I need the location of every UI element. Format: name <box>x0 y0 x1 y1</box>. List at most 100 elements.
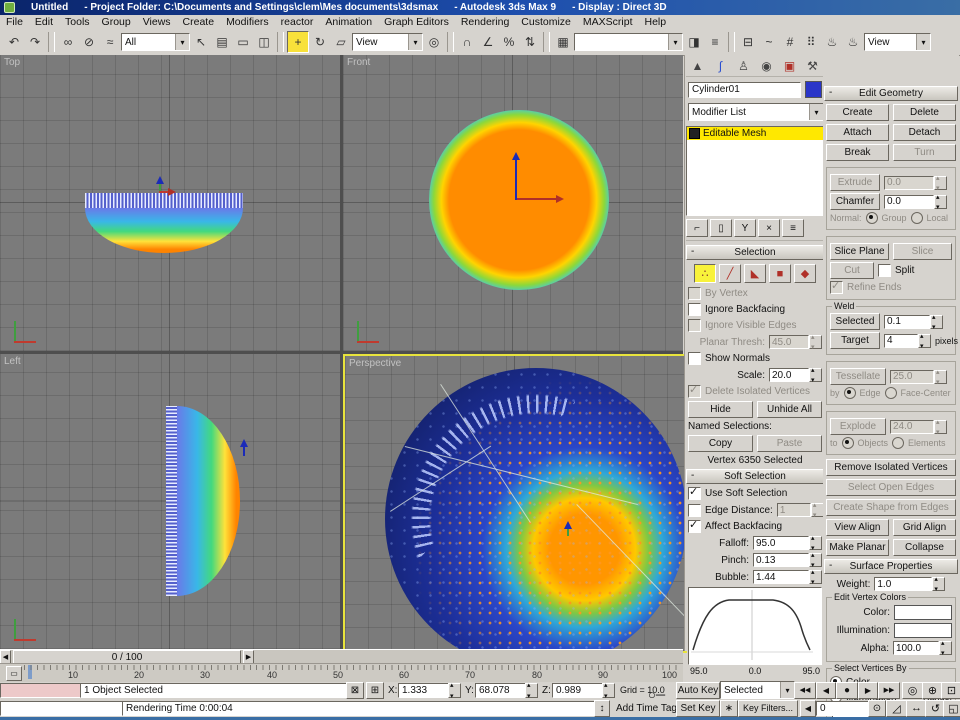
tessellate-edge-radio[interactable] <box>843 387 856 399</box>
tessellate-face-center-radio[interactable] <box>884 387 897 399</box>
add-time-tag-label[interactable]: Add Time Tag <box>616 703 677 714</box>
normal-local-radio[interactable] <box>910 212 923 224</box>
align-icon[interactable]: ≡ <box>705 32 725 52</box>
unhide-all-button[interactable]: Unhide All <box>757 401 822 418</box>
named-selection-dropdown[interactable] <box>574 33 683 51</box>
tab-hierarchy-icon[interactable]: ♙ <box>734 57 753 75</box>
viewport-left-label[interactable]: Left <box>4 356 21 367</box>
weight-spinner[interactable]: 1.0 <box>874 575 946 593</box>
chamfer-button[interactable]: Chamfer <box>830 193 880 210</box>
bubble-spinner[interactable]: 1.44 <box>753 568 822 586</box>
x-spin-buttons[interactable] <box>448 681 461 700</box>
remove-modifier-icon[interactable]: × <box>758 219 780 237</box>
absolute-offset-toggle-icon[interactable]: ⊞ <box>366 681 384 699</box>
spin-buttons[interactable] <box>809 534 822 552</box>
viewport-top-label[interactable]: Top <box>4 57 20 68</box>
configure-modifier-sets-icon[interactable]: ≡ <box>782 219 804 237</box>
z-spin-buttons[interactable] <box>602 681 615 700</box>
edge-subobject-button[interactable]: ╱ <box>719 264 741 283</box>
viewport-top[interactable]: Top <box>0 55 340 351</box>
use-pivot-point-icon[interactable]: ◎ <box>424 32 444 52</box>
polygon-subobject-button[interactable]: ■ <box>769 264 791 283</box>
menu-item[interactable]: Graph Editors <box>378 16 455 28</box>
weld-selected-button[interactable]: Selected <box>830 313 880 330</box>
planar-thresh-spinner[interactable]: 45.0 <box>769 333 822 351</box>
turn-button[interactable]: Turn <box>893 144 956 161</box>
previous-key-button[interactable]: ◀ <box>800 699 816 717</box>
view-align-button[interactable]: View Align <box>826 519 889 536</box>
menu-item[interactable]: Create <box>177 16 221 28</box>
viewport-perspective[interactable]: Perspective <box>343 354 687 653</box>
weld-target-value[interactable]: 4 <box>884 333 918 348</box>
hide-button[interactable]: Hide <box>688 401 753 418</box>
spin-buttons[interactable] <box>809 366 822 384</box>
mesh-object-top-view[interactable] <box>85 193 243 253</box>
explode-button[interactable]: Explode <box>830 418 886 435</box>
spin-buttons[interactable] <box>810 501 824 519</box>
menu-item[interactable]: MAXScript <box>577 16 639 28</box>
slice-plane-button[interactable]: Slice Plane <box>830 243 889 260</box>
ignore-backfacing-checkbox[interactable] <box>688 303 701 316</box>
grid-align-button[interactable]: Grid Align <box>893 519 956 536</box>
make-planar-button[interactable]: Make Planar <box>826 539 889 556</box>
play-button[interactable]: ● <box>836 681 858 699</box>
weld-selected-value[interactable]: 0.1 <box>884 314 930 329</box>
quick-render-icon[interactable]: ♨ <box>843 32 863 52</box>
viewport-front-label[interactable]: Front <box>347 57 370 68</box>
planar-thresh-value[interactable]: 45.0 <box>769 335 809 349</box>
viewport-perspective-label[interactable]: Perspective <box>349 358 401 369</box>
select-and-rotate-icon[interactable]: ↻ <box>310 32 330 52</box>
ignore-visible-edges-checkbox[interactable] <box>688 319 701 332</box>
percent-snap-icon[interactable]: % <box>499 32 519 52</box>
select-open-edges-button[interactable]: Select Open Edges <box>826 479 956 496</box>
go-to-start-button[interactable]: ◀◀ <box>794 681 816 699</box>
menu-item[interactable]: reactor <box>275 16 320 28</box>
use-soft-selection-checkbox[interactable] <box>688 485 701 500</box>
scale-spinner[interactable]: 20.0 <box>769 366 822 384</box>
edge-distance-spinner[interactable]: 1 <box>776 501 824 519</box>
rectangular-selection-region-icon[interactable]: ▭ <box>233 32 253 52</box>
tessellate-spinner[interactable]: 25.0 <box>890 368 947 386</box>
alpha-spinner[interactable]: 100.0 <box>893 639 952 657</box>
remove-isolated-vertices-button[interactable]: Remove Isolated Vertices <box>826 459 956 476</box>
vertex-color-swatch[interactable] <box>894 605 952 620</box>
select-and-move-icon[interactable]: + <box>287 31 309 53</box>
bind-to-spacewarp-icon[interactable]: ≈ <box>100 32 120 52</box>
paste-named-selection-button[interactable]: Paste <box>757 435 822 452</box>
schematic-view-icon[interactable]: # <box>780 32 800 52</box>
spinner-toggle-icon[interactable]: ↕ <box>594 699 610 717</box>
pinch-value[interactable]: 0.13 <box>753 553 809 567</box>
menu-item[interactable]: Views <box>137 16 177 28</box>
pan-icon[interactable]: ↔ <box>906 699 927 717</box>
normal-group-radio[interactable] <box>865 212 878 224</box>
chamfer-spinner[interactable]: 0.0 <box>884 193 947 211</box>
by-vertex-checkbox[interactable] <box>688 287 701 300</box>
next-frame-button[interactable]: ▶ <box>858 681 878 699</box>
zoom-all-icon[interactable]: ⊕ <box>922 681 943 699</box>
field-of-view-icon[interactable]: ◿ <box>886 699 907 717</box>
time-slider-track[interactable]: ◀ 0 / 100 ▶ <box>0 649 683 664</box>
break-button[interactable]: Break <box>826 144 889 161</box>
tessellate-button[interactable]: Tessellate <box>830 368 886 385</box>
snap-toggle-icon[interactable]: ∩ <box>457 32 477 52</box>
rollout-selection-header[interactable]: - Selection <box>686 245 824 260</box>
spin-buttons[interactable] <box>932 575 946 593</box>
mirror-icon[interactable]: ◨ <box>684 32 704 52</box>
zoom-icon[interactable]: ◎ <box>902 681 923 699</box>
spin-buttons[interactable] <box>934 174 947 192</box>
edit-named-selections-icon[interactable]: ▦ <box>553 32 573 52</box>
falloff-value[interactable]: 95.0 <box>753 536 809 550</box>
title-bar[interactable]: Untitled - Project Folder: C:\Documents … <box>0 0 960 15</box>
selection-lock-icon[interactable]: ⊠ <box>346 681 364 699</box>
rollout-edit-geometry-header[interactable]: - Edit Geometry <box>824 86 958 101</box>
tab-utilities-icon[interactable]: ⚒ <box>803 57 822 75</box>
maxscript-mini-listener-white[interactable] <box>0 700 126 716</box>
spin-buttons[interactable] <box>809 333 822 351</box>
time-configuration-icon[interactable]: ⊙ <box>868 699 886 717</box>
create-button[interactable]: Create <box>826 104 889 121</box>
stack-active-icon[interactable] <box>689 128 700 139</box>
maximize-viewport-toggle-icon[interactable]: ◱ <box>943 699 960 717</box>
explode-objects-radio[interactable] <box>841 437 854 449</box>
extrude-value[interactable]: 0.0 <box>884 175 934 190</box>
tab-create-icon[interactable]: ▲ <box>688 57 707 75</box>
